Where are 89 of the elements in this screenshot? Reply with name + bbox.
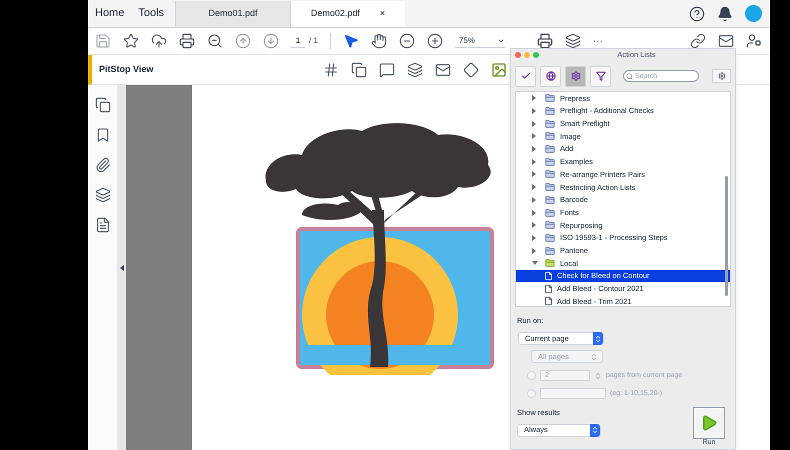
filter-button[interactable] (590, 66, 611, 86)
globe-icon (546, 71, 556, 81)
folder-icon (544, 131, 556, 142)
next-page-icon[interactable] (263, 33, 279, 49)
collapsed-triangle-icon[interactable] (532, 108, 536, 114)
folder-icon (544, 194, 556, 205)
bell-icon[interactable] (717, 6, 733, 22)
mail-icon[interactable] (718, 33, 734, 49)
document-tab[interactable]: Demo02.pdf × (290, 1, 406, 27)
filter-button[interactable] (565, 66, 586, 86)
print-icon[interactable] (179, 33, 195, 49)
zoom-select[interactable]: 75% (454, 34, 505, 48)
page-number-field[interactable]: 1 (291, 34, 305, 48)
collapsed-triangle-icon[interactable] (532, 146, 536, 152)
collapsed-triangle-icon[interactable] (532, 95, 536, 102)
folder-icon (544, 106, 556, 116)
close-window-button[interactable] (515, 52, 521, 58)
expanded-triangle-icon[interactable] (532, 261, 538, 266)
page-total: / 1 (309, 35, 318, 47)
folder-icon (544, 182, 556, 192)
collapsed-triangle-icon[interactable] (532, 158, 536, 165)
nav-link[interactable]: Tools (131, 5, 172, 22)
collapsed-triangle-icon[interactable] (532, 222, 536, 228)
play-icon (700, 414, 718, 432)
document-tab[interactable]: Demo01.pdf (175, 1, 290, 27)
hand-tool-icon[interactable] (370, 33, 387, 49)
collapsed-triangle-icon[interactable] (532, 248, 536, 254)
nav-link[interactable]: Home (88, 5, 132, 22)
folder-icon (544, 93, 556, 104)
check-icon (520, 71, 530, 81)
folder-icon (544, 144, 556, 154)
layers-tool-icon[interactable] (407, 62, 424, 78)
folder-icon (544, 232, 556, 243)
filter-button[interactable] (515, 66, 536, 86)
folder-icon (544, 258, 556, 268)
settings-menu-button[interactable] (712, 69, 731, 83)
collapsed-triangle-icon[interactable] (532, 210, 536, 216)
collapsed-triangle-icon[interactable] (532, 133, 536, 140)
zoom-out-circle-icon[interactable] (398, 33, 415, 49)
close-tab-button[interactable]: × (380, 7, 386, 21)
star-icon[interactable] (123, 33, 139, 49)
envelope-icon[interactable] (435, 62, 452, 78)
scrollbar-thumb[interactable] (725, 176, 728, 296)
document-icon (544, 270, 553, 281)
radio-button[interactable] (527, 389, 536, 398)
collapsed-triangle-icon[interactable] (532, 184, 536, 190)
collapsed-triangle-icon[interactable] (532, 171, 536, 178)
page-range-field[interactable] (540, 388, 606, 400)
crop-icon[interactable] (323, 62, 340, 78)
save-icon[interactable] (95, 33, 111, 49)
radio-button[interactable] (527, 371, 536, 380)
folder-icon (544, 246, 556, 256)
updown-icon (590, 352, 598, 361)
folder-icon (544, 169, 556, 180)
updown-icon (594, 334, 602, 343)
collapsed-triangle-icon[interactable] (532, 196, 536, 203)
collapsed-triangle-icon[interactable] (532, 120, 536, 127)
layers-icon[interactable] (94, 187, 110, 203)
previous-page-icon[interactable] (235, 33, 251, 49)
filter-button[interactable] (540, 66, 561, 86)
more-tools-button[interactable]: ··· (592, 34, 603, 48)
link-icon[interactable] (690, 33, 706, 49)
folder-icon (544, 208, 556, 218)
settings-icon (718, 72, 726, 80)
zoom-out-icon[interactable] (207, 33, 223, 49)
folder-icon (544, 220, 556, 230)
collapsed-triangle-icon[interactable] (532, 234, 536, 241)
select-tool-icon[interactable] (342, 33, 359, 49)
zoom-in-circle-icon[interactable] (426, 33, 443, 49)
help-icon[interactable] (689, 6, 705, 22)
user-settings-icon[interactable] (746, 33, 762, 49)
pages-icon[interactable] (94, 97, 110, 113)
folder-icon (544, 118, 556, 129)
search-icon (626, 72, 633, 80)
run-button[interactable] (693, 407, 725, 440)
document-icon (544, 284, 553, 294)
document-icon (544, 296, 553, 306)
document-icon[interactable] (94, 217, 110, 233)
comment-icon[interactable] (379, 62, 396, 78)
gear-icon (570, 71, 580, 81)
updown-icon (591, 426, 599, 434)
funnel-icon (596, 71, 606, 81)
print-production-icon[interactable] (536, 33, 553, 49)
folder-icon (544, 156, 556, 167)
toolbar-title: PitStop View (99, 62, 154, 76)
diamond-icon[interactable] (463, 62, 480, 78)
image-tool-icon[interactable] (491, 62, 508, 78)
attachment-icon[interactable] (94, 157, 110, 173)
upload-icon[interactable] (151, 33, 167, 49)
